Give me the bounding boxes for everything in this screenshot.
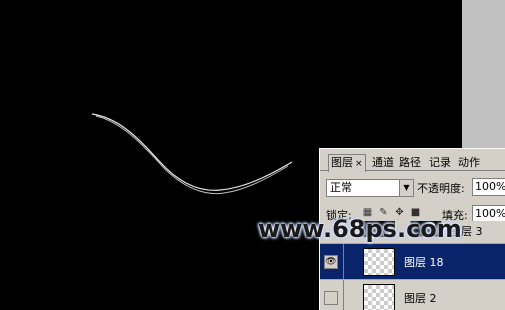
blend-mode-select[interactable]: 正常 ▼ [326, 179, 414, 197]
tab-layers-label: 图层 [331, 156, 353, 169]
layer-thumbnail [363, 248, 395, 276]
blend-mode-value: 正常 [330, 181, 352, 194]
row-divider [343, 244, 344, 280]
tab-paths-label: 路径 [399, 156, 421, 169]
row-divider [343, 280, 344, 310]
tab-paths[interactable]: 路径 [397, 155, 423, 171]
curved-light-stroke-outer [91, 113, 293, 191]
close-icon[interactable]: × [355, 159, 363, 169]
opacity-input[interactable]: 100% [472, 178, 505, 196]
tab-channels-label: 通道 [372, 156, 394, 169]
layer-row[interactable]: 图层 2 [320, 279, 505, 310]
watermark: www.68ps.com [258, 215, 462, 243]
eye-icon[interactable]: 👁 [324, 255, 338, 269]
chevron-down-icon[interactable]: ▼ [399, 180, 413, 196]
layer-name: 图层 2 [404, 292, 437, 305]
tab-history[interactable]: 记录 [427, 155, 453, 171]
layer-thumbnail [363, 284, 395, 310]
layer-row-selected[interactable]: 👁 图层 18 [320, 243, 505, 280]
opacity-label: 不透明度: [417, 182, 465, 195]
tab-history-label: 记录 [429, 156, 451, 169]
panel-tab-bar: 图层 × 通道 路径 记录 动作 [320, 149, 505, 172]
tab-actions[interactable]: 动作 [456, 155, 482, 171]
tab-channels[interactable]: 通道 [370, 155, 396, 171]
layer-name: 图层 18 [404, 256, 444, 269]
tab-layers[interactable]: 图层 × [328, 154, 366, 172]
tab-actions-label: 动作 [458, 156, 480, 169]
visibility-toggle[interactable] [324, 291, 338, 305]
workspace-background [462, 0, 505, 148]
